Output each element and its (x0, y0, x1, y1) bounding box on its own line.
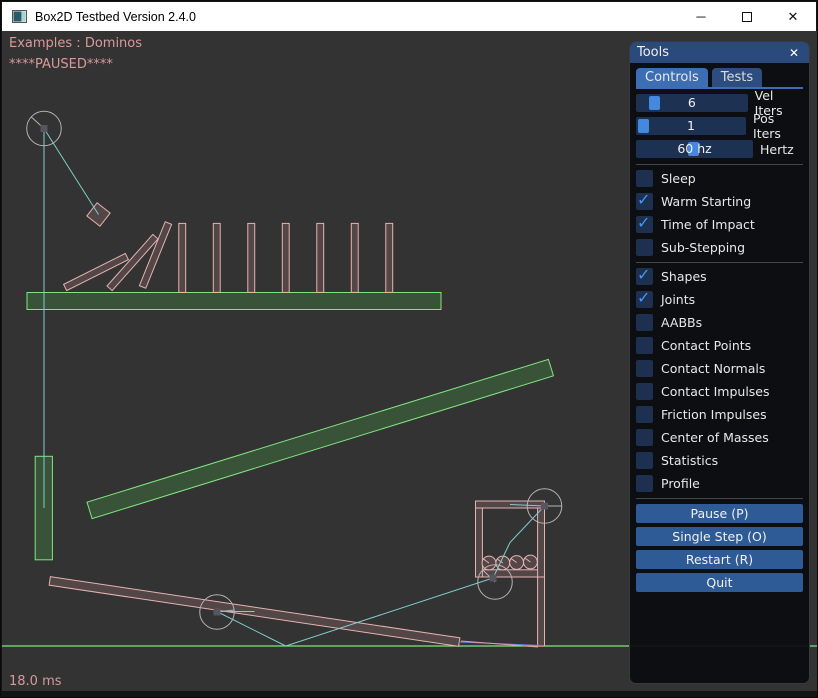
vel-iters-value: 6 (636, 94, 748, 112)
domino[interactable] (179, 223, 186, 292)
cradle-right-post[interactable] (538, 508, 545, 577)
quit-button[interactable]: Quit (636, 573, 803, 592)
hertz-value: 60 hz (636, 140, 753, 158)
restart-button[interactable]: Restart (R) (636, 550, 803, 569)
checkbox-shapes[interactable]: ✓Shapes (636, 268, 803, 285)
pause-button[interactable]: Pause (P) (636, 504, 803, 523)
tools-close-icon[interactable]: ✕ (786, 46, 802, 60)
checkbox-contact-points[interactable]: ✓Contact Points (636, 337, 803, 354)
hertz-label: Hertz (760, 142, 794, 157)
separator (636, 262, 803, 263)
cradle-left-post[interactable] (476, 508, 483, 577)
domino[interactable] (317, 223, 324, 292)
frame-time-label: 18.0 ms (9, 674, 62, 689)
checkbox-contact-impulses[interactable]: ✓Contact Impulses (636, 383, 803, 400)
checkbox-profile[interactable]: ✓Profile (636, 475, 803, 492)
pos-iters-label: Pos Iters (753, 111, 803, 141)
checkbox-center-of-masses[interactable]: ✓Center of Masses (636, 429, 803, 446)
tab-tests[interactable]: Tests (712, 68, 762, 87)
separator (636, 164, 803, 165)
checkbox-aabbs[interactable]: ✓AABBs (636, 314, 803, 331)
tab-controls[interactable]: Controls (636, 68, 708, 87)
checkbox-sleep[interactable]: ✓Sleep (636, 170, 803, 187)
checkbox-time-of-impact[interactable]: ✓Time of Impact (636, 216, 803, 233)
checkbox-statistics[interactable]: ✓Statistics (636, 452, 803, 469)
domino[interactable] (248, 223, 255, 292)
checkbox-joints[interactable]: ✓Joints (636, 291, 803, 308)
example-label: Examples : Dominos (9, 36, 142, 51)
separator (636, 498, 803, 499)
domino[interactable] (386, 223, 393, 292)
domino[interactable] (351, 223, 358, 292)
paused-label: ****PAUSED**** (9, 57, 113, 72)
tools-title: Tools (637, 45, 669, 60)
checkbox-warm-starting[interactable]: ✓Warm Starting (636, 193, 803, 210)
tools-tabbar: Controls Tests (636, 68, 803, 89)
tools-panel: Tools ✕ Controls Tests 6 Vel Iters 1 (629, 41, 810, 684)
hertz-slider[interactable]: 60 hz (636, 140, 753, 158)
single-step-button[interactable]: Single Step (O) (636, 527, 803, 546)
domino[interactable] (213, 223, 220, 292)
pos-iters-slider[interactable]: 1 (636, 117, 746, 135)
tools-titlebar[interactable]: Tools ✕ (630, 42, 809, 63)
domino[interactable] (282, 223, 289, 292)
checkbox-friction-impulses[interactable]: ✓Friction Impulses (636, 406, 803, 423)
pos-iters-value: 1 (636, 117, 746, 135)
domino-platform (27, 293, 441, 310)
hanging-post[interactable] (538, 577, 545, 646)
checkbox-contact-normals[interactable]: ✓Contact Normals (636, 360, 803, 377)
vel-iters-slider[interactable]: 6 (636, 94, 748, 112)
app-window: Box2D Testbed Version 2.4.0 ─ ✕ (0, 0, 818, 698)
checkbox-sub-stepping[interactable]: ✓Sub-Stepping (636, 239, 803, 256)
